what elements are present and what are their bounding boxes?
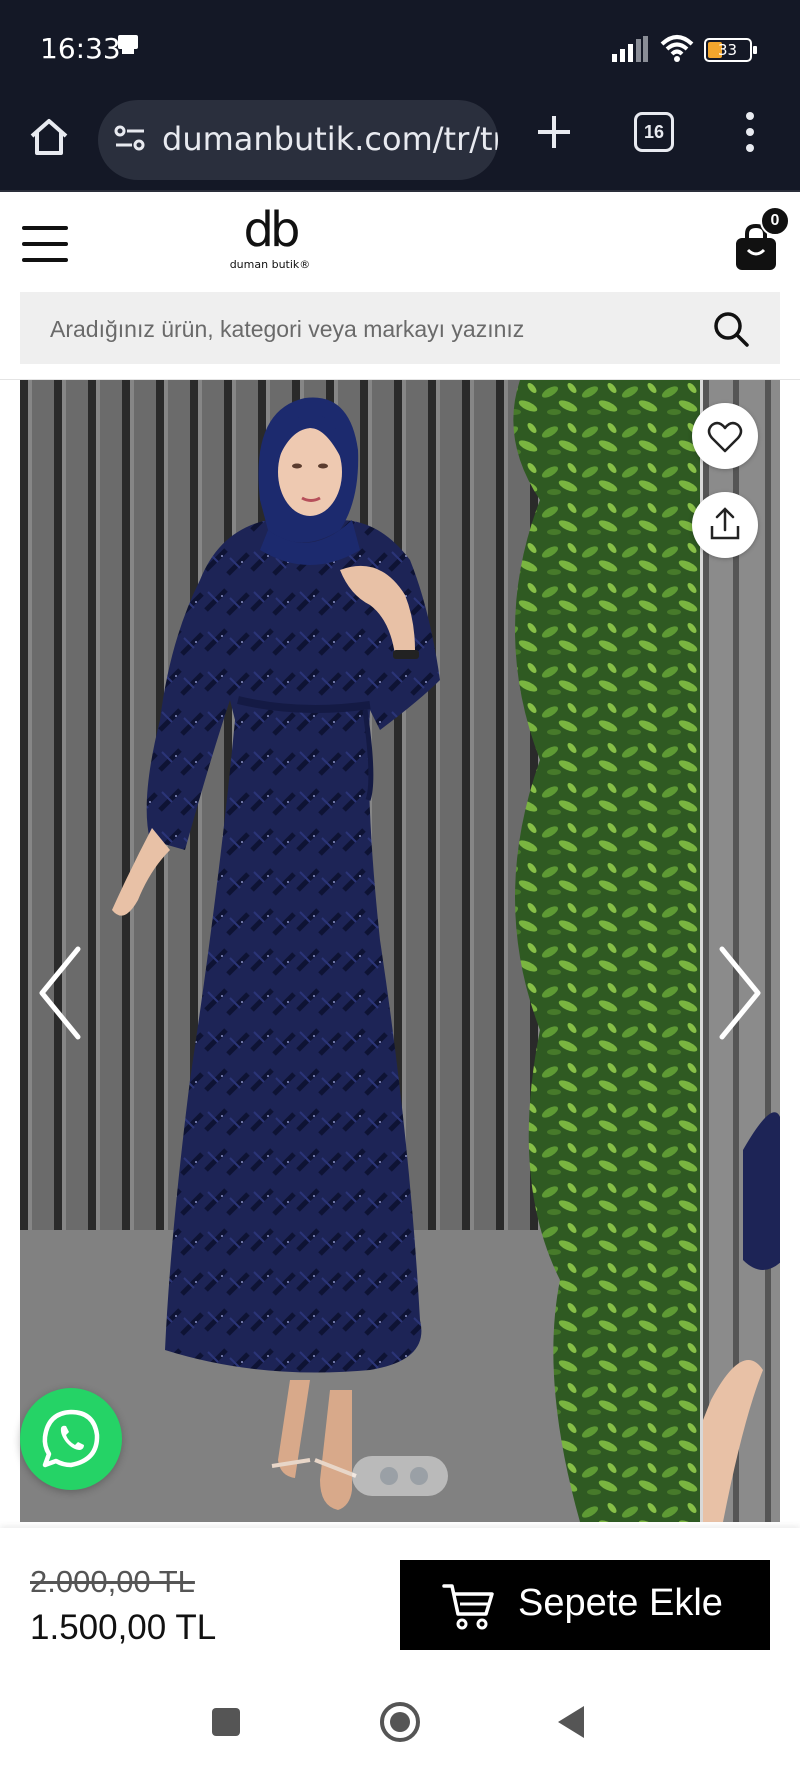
old-price: 2.000,00 TL xyxy=(30,1564,195,1599)
logo-name: duman butik® xyxy=(229,258,311,271)
search-input[interactable]: Aradığınız ürün, kategori veya markayı y… xyxy=(20,292,780,364)
back-icon[interactable] xyxy=(558,1706,584,1738)
address-bar[interactable]: dumanbutik.com/tr/tr/ xyxy=(98,100,498,180)
add-to-cart-button[interactable]: Sepete Ekle xyxy=(400,1560,770,1650)
add-to-cart-label: Sepete Ekle xyxy=(518,1582,723,1624)
notification-icon xyxy=(118,35,138,54)
cart-icon xyxy=(442,1584,494,1630)
search-icon[interactable] xyxy=(712,310,750,348)
battery-percent: 33 xyxy=(718,41,738,59)
cart-count-badge: 0 xyxy=(760,206,790,236)
whatsapp-icon xyxy=(42,1409,100,1468)
purchase-bar: 2.000,00 TL 1.500,00 TL Sepete Ekle xyxy=(0,1528,800,1668)
signal-icon xyxy=(612,36,648,62)
logo-mark: db xyxy=(243,202,301,258)
share-button[interactable] xyxy=(692,492,758,558)
url-text[interactable]: dumanbutik.com/tr/tr/ xyxy=(162,120,498,158)
share-icon xyxy=(710,507,740,540)
hamburger-menu-icon[interactable] xyxy=(22,226,68,262)
search-placeholder: Aradığınız ürün, kategori veya markayı y… xyxy=(50,316,525,342)
whatsapp-button[interactable] xyxy=(20,1388,122,1490)
system-navigation-bar xyxy=(0,1668,800,1777)
status-time: 16:33 xyxy=(40,32,121,65)
previous-image-arrow-icon[interactable] xyxy=(36,945,86,1041)
site-header: db duman butik® 0 Aradığınız ürün, kateg… xyxy=(0,192,800,380)
favorite-button[interactable] xyxy=(692,403,758,469)
browser-toolbar: dumanbutik.com/tr/tr/ 16 xyxy=(0,96,800,192)
heart-icon xyxy=(707,421,743,453)
battery-icon: 33 xyxy=(704,38,757,62)
recent-apps-icon[interactable] xyxy=(212,1708,240,1736)
site-settings-icon[interactable] xyxy=(114,124,146,152)
current-price: 1.500,00 TL xyxy=(30,1608,217,1647)
pagination-dot[interactable] xyxy=(380,1467,398,1485)
product-image[interactable] xyxy=(20,380,700,1522)
pagination-dot[interactable] xyxy=(410,1467,428,1485)
status-bar: 16:33 33 xyxy=(0,0,800,96)
next-image-arrow-icon[interactable] xyxy=(714,945,764,1041)
product-photo xyxy=(20,380,700,1522)
system-nav-buttons xyxy=(212,1702,584,1742)
more-menu-icon[interactable] xyxy=(738,110,762,154)
wifi-icon xyxy=(660,35,694,62)
gallery-pagination xyxy=(352,1456,448,1496)
tab-switcher-button[interactable]: 16 xyxy=(634,112,674,152)
site-logo[interactable]: db duman butik® xyxy=(220,204,320,280)
product-image-gallery[interactable] xyxy=(20,380,780,1522)
home-icon[interactable] xyxy=(28,116,70,158)
new-tab-icon[interactable] xyxy=(534,112,574,152)
